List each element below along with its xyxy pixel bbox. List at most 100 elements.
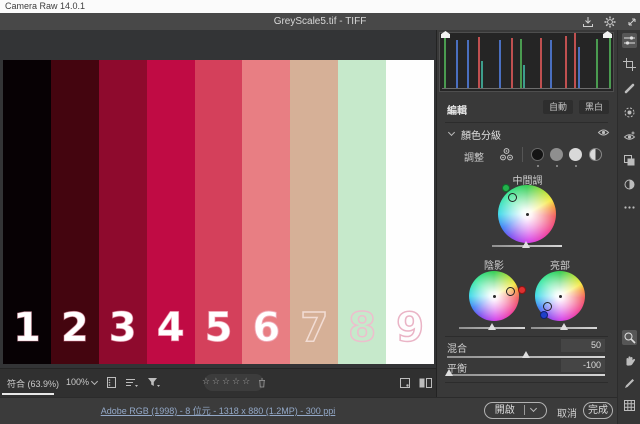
highlights-hue-marker[interactable] xyxy=(540,311,548,319)
balance-value[interactable]: -100 xyxy=(561,359,605,372)
midtones-hue-marker[interactable] xyxy=(502,184,510,192)
rating-pill: ☆☆☆☆☆ xyxy=(204,374,264,391)
highlights-edited-dot xyxy=(575,165,577,167)
three-way-adjust-icon[interactable] xyxy=(498,146,515,163)
window-titlebar: Camera Raw 14.0.1 xyxy=(0,0,640,13)
greyscale-test-image[interactable]: 123456789 xyxy=(3,60,434,364)
star-icon[interactable]: ☆ xyxy=(222,374,230,391)
zoom-tool-icon[interactable] xyxy=(622,330,637,345)
bottom-toolbar: 符合 (63.9%) 100% ☆☆☆☆☆ xyxy=(0,368,436,397)
tools-sidebar xyxy=(617,30,640,424)
color-band-7: 7 xyxy=(290,60,338,364)
black-white-button[interactable]: 黑白 xyxy=(579,100,609,114)
presets-icon[interactable] xyxy=(622,153,637,168)
histogram-spike xyxy=(467,40,469,89)
auto-button[interactable]: 自動 xyxy=(543,100,573,114)
band-number: 9 xyxy=(386,308,434,348)
done-button[interactable]: 完成 xyxy=(583,402,613,419)
color-band-2: 2 xyxy=(51,60,99,364)
open-button[interactable]: 開啟 xyxy=(484,402,547,419)
global-adjust-icon[interactable] xyxy=(589,148,602,161)
midtones-luminance-thumb[interactable] xyxy=(522,241,530,248)
section-divider xyxy=(445,122,608,123)
cancel-button[interactable]: 取消 xyxy=(557,405,577,420)
histogram-spike xyxy=(444,34,446,89)
histogram-spike xyxy=(456,40,458,89)
color-band-9: 9 xyxy=(386,60,434,364)
color-grading-title: 顏色分級 xyxy=(461,127,501,142)
fit-zoom-button[interactable]: 符合 (63.9%) xyxy=(7,377,59,390)
star-rating[interactable]: ☆☆☆☆☆ xyxy=(202,374,250,391)
highlights-luminance-thumb[interactable] xyxy=(560,323,568,330)
workflow-options-link[interactable]: Adobe RGB (1998) - 8 位元 - 1318 x 880 (1.… xyxy=(0,398,436,424)
star-icon[interactable]: ☆ xyxy=(242,374,250,391)
histogram[interactable] xyxy=(439,32,614,92)
preview-toggle-icon[interactable] xyxy=(398,376,412,390)
save-image-icon[interactable] xyxy=(582,16,594,28)
edit-panel: 編輯 自動 黑白 顏色分級 調整 中間調 陰 xyxy=(436,30,617,397)
zoom-dropdown-chevron-icon[interactable] xyxy=(91,378,98,385)
brush-tool-icon[interactable] xyxy=(622,376,637,391)
blending-value[interactable]: 50 xyxy=(561,339,605,352)
histogram-spike xyxy=(596,39,598,89)
band-number: 6 xyxy=(242,308,290,348)
histogram-spike xyxy=(609,33,611,89)
midtones-adjust-icon[interactable] xyxy=(550,148,563,161)
color-band-4: 4 xyxy=(147,60,195,364)
histogram-spike xyxy=(523,65,525,89)
histogram-spike xyxy=(578,47,580,89)
histogram-spike xyxy=(478,37,480,89)
blending-thumb[interactable] xyxy=(522,351,530,358)
edit-tool-icon[interactable] xyxy=(622,33,637,48)
histogram-spike xyxy=(550,40,552,89)
histogram-spike xyxy=(520,39,522,89)
shadows-hue-marker[interactable] xyxy=(518,286,526,294)
panel-visibility-eye-icon[interactable] xyxy=(597,126,610,139)
midtones-edited-dot xyxy=(556,165,558,167)
before-after-view-icon[interactable] xyxy=(418,376,433,390)
band-number: 3 xyxy=(99,308,147,348)
star-icon[interactable]: ☆ xyxy=(212,374,220,391)
masking-tool-icon[interactable] xyxy=(622,105,637,120)
highlights-adjust-icon[interactable] xyxy=(569,148,582,161)
color-band-6: 6 xyxy=(242,60,290,364)
document-title: GreyScale5.tif - TIFF xyxy=(274,16,367,27)
sort-order-icon[interactable] xyxy=(124,375,140,390)
star-icon[interactable]: ☆ xyxy=(202,374,210,391)
document-bar: GreyScale5.tif - TIFF xyxy=(0,13,640,30)
preferences-gear-icon[interactable] xyxy=(604,16,616,28)
grid-view-icon[interactable] xyxy=(622,398,637,413)
snapshots-icon[interactable] xyxy=(622,177,637,192)
section-collapse-chevron-icon[interactable] xyxy=(448,129,455,136)
shadows-hue-ring[interactable] xyxy=(506,287,515,296)
crop-tool-icon[interactable] xyxy=(622,57,637,72)
status-bar: Adobe RGB (1998) - 8 位元 - 1318 x 880 (1.… xyxy=(0,397,617,424)
histogram-baseline xyxy=(442,88,611,89)
adjust-divider xyxy=(522,147,523,162)
balance-track[interactable] xyxy=(447,374,605,376)
midtones-wheel-center xyxy=(526,213,529,216)
band-number: 7 xyxy=(290,308,338,348)
histogram-spikes xyxy=(440,33,613,91)
filter-icon[interactable] xyxy=(146,375,162,390)
shadows-luminance-thumb[interactable] xyxy=(488,323,496,330)
band-number: 8 xyxy=(338,308,386,348)
red-eye-tool-icon[interactable] xyxy=(622,129,637,144)
healing-tool-icon[interactable] xyxy=(622,81,637,96)
star-icon[interactable]: ☆ xyxy=(232,374,240,391)
balance-thumb[interactable] xyxy=(445,369,453,376)
zoom-100-button[interactable]: 100% xyxy=(66,377,89,387)
camera-raw-window: Camera Raw 14.0.1 GreyScale5.tif - TIFF … xyxy=(0,0,640,424)
hand-tool-icon[interactable] xyxy=(622,353,637,368)
shadows-adjust-icon[interactable] xyxy=(531,148,544,161)
image-canvas[interactable]: 123456789 xyxy=(0,30,436,368)
highlights-hue-ring[interactable] xyxy=(543,302,552,311)
fullscreen-toggle-icon[interactable] xyxy=(626,16,638,28)
reject-trash-icon[interactable] xyxy=(258,378,266,388)
open-dropdown-chevron-icon[interactable] xyxy=(530,405,537,412)
highlights-wheel-center xyxy=(559,295,562,298)
open-split-divider xyxy=(524,405,525,415)
more-options-icon[interactable] xyxy=(622,200,637,215)
filmstrip-toggle-icon[interactable] xyxy=(104,375,118,390)
midtones-hue-ring[interactable] xyxy=(508,193,517,202)
